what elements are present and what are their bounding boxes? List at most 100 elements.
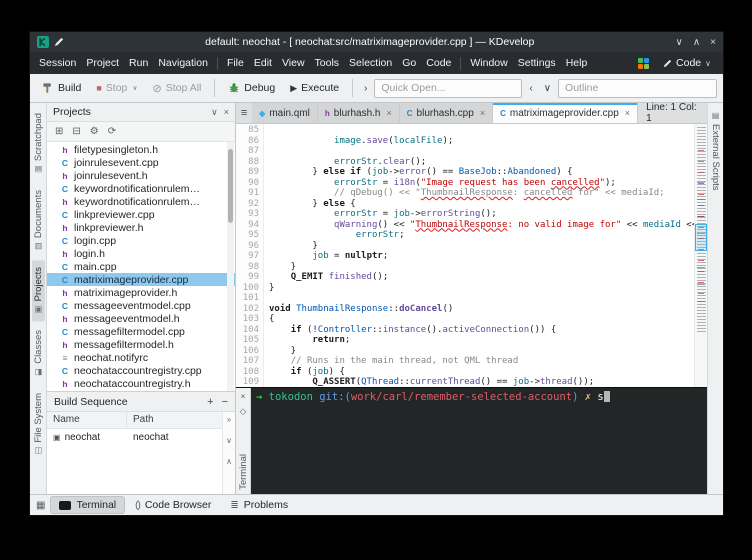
refresh-icon[interactable]: ⟳ [108, 126, 116, 137]
document-list-icon[interactable]: ≡ [236, 103, 252, 123]
tree-scrollbar-thumb[interactable] [228, 149, 233, 223]
prompt-dirty: ✗ [585, 391, 598, 403]
build-item-name: neochat [65, 432, 101, 443]
file-item[interactable]: hlinkpreviewer.h [47, 221, 235, 234]
file-h-icon: h [60, 171, 70, 181]
sidebar-tab-scratchpad[interactable]: ▤Scratchpad [32, 106, 45, 181]
package-icon[interactable]: ⊟ [72, 126, 80, 137]
file-item[interactable]: ≡neochat.notifyrc [47, 351, 235, 364]
file-item[interactable]: Cmain.cpp [47, 260, 235, 273]
menu-code[interactable]: Code [421, 54, 456, 72]
add-project-icon[interactable]: ⊞ [55, 126, 63, 137]
tab-main-qml[interactable]: ◆main.qml [252, 103, 318, 123]
menu-window[interactable]: Window [465, 54, 512, 72]
minimize-icon[interactable]: ∨ [676, 37, 683, 48]
file-item[interactable]: hmatriximageprovider.h [47, 286, 235, 299]
tab-close-icon[interactable]: × [625, 108, 630, 118]
menu-run[interactable]: Run [124, 54, 153, 72]
tab-blurhash-cpp[interactable]: Cblurhash.cpp× [400, 103, 493, 123]
menu-settings[interactable]: Settings [513, 54, 561, 72]
close-icon[interactable]: × [710, 37, 716, 48]
stop-icon: ■ [96, 83, 101, 93]
file-item[interactable]: Cneochataccountregistry.cpp [47, 364, 235, 377]
code-area[interactable]: image.save(localFile); errorStr.clear();… [264, 124, 694, 387]
add-icon[interactable]: + [207, 396, 213, 408]
tab-matriximageprovider-cpp[interactable]: Cmatriximageprovider.cpp× [493, 103, 638, 123]
file-item[interactable]: hfiletypesingleton.h [47, 143, 235, 156]
chevron-left-icon[interactable]: ‹ [525, 81, 536, 96]
file-item[interactable]: Ckeywordnotificationrulem… [47, 182, 235, 195]
minimap[interactable] [694, 124, 707, 387]
statusbar-problems-button[interactable]: ≣ Problems [222, 497, 296, 513]
stop-all-button[interactable]: ⊘ Stop All [147, 79, 208, 98]
file-item[interactable]: hjoinrulesevent.h [47, 169, 235, 182]
file-item[interactable]: Clogin.cpp [47, 234, 235, 247]
sidebar-tab-classes[interactable]: ◧Classes [32, 323, 45, 384]
file-item[interactable]: hmessageeventmodel.h [47, 312, 235, 325]
move-down-icon[interactable]: ∨ [226, 436, 232, 445]
statusbar-terminal-button[interactable]: Terminal [51, 497, 124, 513]
titlebar[interactable]: default: neochat - [ neochat:src/matrixi… [30, 32, 723, 52]
stop-all-icon: ⊘ [153, 82, 162, 95]
line-number-gutter[interactable]: 8586878889909192939495969798991001011021… [236, 124, 264, 387]
file-item[interactable]: ⚙neochatconfig.kcfg [47, 390, 235, 391]
terminal-detach-icon[interactable]: ◇ [240, 406, 247, 417]
menu-navigation[interactable]: Navigation [153, 54, 213, 72]
script-icon: ▤ [711, 111, 720, 120]
terminal-output[interactable]: → tokodon git:(work/carl/remember-select… [251, 388, 707, 494]
code-menu-button[interactable]: Code ∨ [657, 55, 717, 71]
file-item[interactable]: hmessagefiltermodel.h [47, 338, 235, 351]
file-item[interactable]: hkeywordnotificationrulem… [47, 195, 235, 208]
sidebar-tab-projects[interactable]: ▣Projects [32, 260, 45, 321]
toolbar-expand-button[interactable]: › [360, 81, 371, 96]
file-item[interactable]: Cmessageeventmodel.cpp [47, 299, 235, 312]
file-item[interactable]: Cmessagefiltermodel.cpp [47, 325, 235, 338]
gear-icon[interactable]: ⚙ [90, 126, 99, 137]
file-item[interactable]: Clinkpreviewer.cpp [47, 208, 235, 221]
build-button[interactable]: Build [36, 79, 87, 97]
menu-project[interactable]: Project [81, 54, 124, 72]
file-item[interactable]: hlogin.h [47, 247, 235, 260]
execute-button[interactable]: ▶ Execute [284, 79, 345, 97]
menu-go[interactable]: Go [397, 54, 421, 72]
tree-scrollbar[interactable] [227, 142, 234, 391]
remove-icon[interactable]: − [222, 396, 228, 408]
tab-close-icon[interactable]: × [480, 108, 485, 118]
tab-close-icon[interactable]: × [387, 108, 392, 118]
panel-menu-icon[interactable]: ∨ [211, 107, 218, 118]
tab-label: blurhash.cpp [417, 108, 474, 119]
menu-file[interactable]: File [222, 54, 249, 72]
menu-view[interactable]: View [277, 54, 310, 72]
sidebar-tab-documents[interactable]: ▥Documents [32, 183, 45, 258]
column-header-path[interactable]: Path [127, 412, 222, 428]
terminal-close-icon[interactable]: × [241, 391, 246, 401]
double-chevron-icon[interactable]: » [227, 415, 231, 424]
file-item[interactable]: Cmatriximageprovider.cpp [47, 273, 235, 286]
dock-toggle-icon[interactable]: ▦ [36, 500, 45, 511]
file-system-icon: ◫ [34, 447, 43, 456]
tab-blurhash-h[interactable]: hblurhash.h× [318, 103, 400, 123]
quick-open-input[interactable] [374, 79, 522, 98]
sidebar-tab-external-scripts[interactable]: ▤ External Scripts [710, 111, 721, 191]
build-sequence-row[interactable]: ▣neochatneochat [47, 429, 222, 446]
outline-input[interactable] [558, 79, 717, 98]
kde-apps-grid-icon[interactable] [638, 58, 649, 69]
menu-help[interactable]: Help [561, 54, 593, 72]
file-item[interactable]: hneochataccountregistry.h [47, 377, 235, 390]
column-header-name[interactable]: Name [47, 412, 127, 428]
menu-tools[interactable]: Tools [310, 54, 345, 72]
maximize-icon[interactable]: ∧ [693, 37, 700, 48]
chevron-down-icon[interactable]: ∨ [540, 81, 555, 96]
menu-edit[interactable]: Edit [249, 54, 277, 72]
menu-session[interactable]: Session [34, 54, 81, 72]
debug-button[interactable]: Debug [222, 79, 281, 97]
panel-close-icon[interactable]: × [224, 107, 229, 117]
menu-selection[interactable]: Selection [344, 54, 397, 72]
sidebar-tab-file-system[interactable]: ◫File System [32, 386, 45, 463]
stop-button[interactable]: ■ Stop ∨ [90, 79, 143, 97]
minimap-viewport[interactable] [695, 224, 707, 251]
move-up-icon[interactable]: ∧ [226, 457, 232, 466]
file-item[interactable]: Cjoinrulesevent.cpp [47, 156, 235, 169]
statusbar-code-browser-button[interactable]: () Code Browser [127, 497, 219, 513]
projects-panel: Projects ∨ × ⊞ ⊟ ⚙ ⟳ hfiletypesingleton.… [47, 103, 236, 494]
